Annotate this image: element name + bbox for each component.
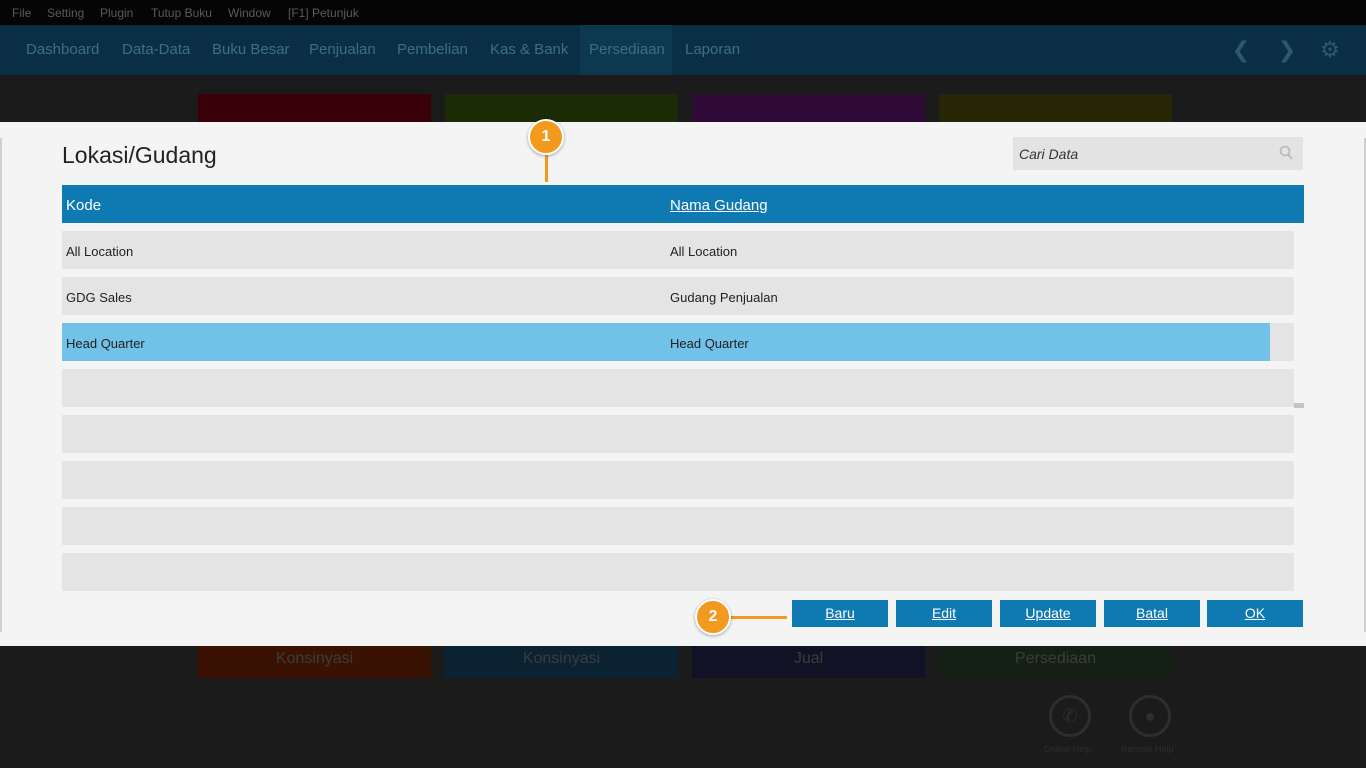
nav-pembelian[interactable]: Pembelian	[397, 41, 468, 58]
edit-button[interactable]: Edit	[896, 600, 992, 627]
forward-arrow-icon[interactable]: ❯	[1274, 37, 1300, 63]
tile-label-jual: Jual	[793, 650, 824, 667]
search-input[interactable]: Cari Data	[1013, 137, 1303, 170]
search-icon[interactable]	[1279, 145, 1293, 161]
selection-highlight	[62, 323, 1270, 361]
table-row-empty[interactable]	[62, 507, 1294, 545]
nav-buku-besar[interactable]: Buku Besar	[212, 41, 290, 58]
update-button[interactable]: Update	[1000, 600, 1096, 627]
tile-label-konsinyasi-1: Konsinyasi	[275, 650, 354, 667]
menu-plugin[interactable]: Plugin	[100, 6, 133, 20]
column-header-kode[interactable]: Kode	[66, 197, 101, 214]
column-header-nama-gudang[interactable]: Nama Gudang	[670, 197, 768, 214]
search-placeholder: Cari Data	[1019, 146, 1079, 162]
nav-penjualan[interactable]: Penjualan	[309, 41, 376, 58]
lokasi-gudang-dialog: Lokasi/Gudang Cari Data Kode Nama Gudang…	[0, 119, 1366, 646]
table-row[interactable]: GDG Sales Gudang Penjualan	[62, 277, 1294, 315]
nav-persediaan[interactable]: Persediaan	[589, 41, 665, 58]
remote-help-label: Remote Help	[1121, 744, 1174, 754]
cell-kode: All Location	[66, 244, 134, 259]
baru-button[interactable]: Baru	[792, 600, 888, 627]
tile-1-top	[198, 94, 431, 122]
menu-tutup-buku[interactable]: Tutup Buku	[151, 6, 212, 20]
cell-nama: Head Quarter	[670, 336, 749, 351]
main-nav: Dashboard Data-Data Buku Besar Penjualan…	[0, 25, 1366, 75]
callout-2-badge: 2	[695, 599, 731, 635]
callout-2-line	[730, 616, 787, 619]
online-help-label: Online Help	[1044, 744, 1092, 754]
nav-kas-bank[interactable]: Kas & Bank	[490, 41, 568, 58]
cell-nama: Gudang Penjualan	[670, 290, 778, 305]
cell-kode: Head Quarter	[66, 336, 145, 351]
back-arrow-icon[interactable]: ❮	[1228, 37, 1254, 63]
dialog-title: Lokasi/Gudang	[62, 142, 217, 168]
table-row-selected[interactable]: Head Quarter Head Quarter	[62, 323, 1294, 361]
cell-nama: All Location	[670, 244, 738, 259]
tile-4-top	[939, 94, 1172, 122]
tile-label-konsinyasi-2: Konsinyasi	[522, 650, 601, 667]
table-row-empty[interactable]	[62, 369, 1294, 407]
tile-3-top	[692, 94, 925, 122]
dialog-edge-left	[0, 138, 2, 632]
scrollbar-thumb[interactable]	[1294, 403, 1304, 408]
gear-icon[interactable]: ⚙	[1317, 37, 1343, 63]
batal-button[interactable]: Batal	[1104, 600, 1200, 627]
menu-petunjuk[interactable]: [F1] Petunjuk	[288, 6, 359, 20]
table-header: Kode Nama Gudang	[62, 185, 1304, 223]
table-row-empty[interactable]	[62, 553, 1294, 591]
tile-2-top	[445, 94, 678, 122]
cell-kode: GDG Sales	[66, 290, 132, 305]
globe-icon[interactable]: ●	[1129, 695, 1171, 737]
callout-1-badge: 1	[528, 119, 564, 155]
nav-laporan[interactable]: Laporan	[685, 41, 740, 58]
nav-data-data[interactable]: Data-Data	[122, 41, 190, 58]
menu-file[interactable]: File	[12, 6, 31, 20]
tile-label-persediaan: Persediaan	[1015, 650, 1096, 667]
menu-window[interactable]: Window	[228, 6, 271, 20]
table-row-empty[interactable]	[62, 461, 1294, 499]
callout-1-line	[545, 152, 548, 182]
menu-setting[interactable]: Setting	[47, 6, 84, 20]
phone-icon[interactable]: ✆	[1049, 695, 1091, 737]
menu-bar: File Setting Plugin Tutup Buku Window [F…	[0, 0, 1366, 25]
table-row[interactable]: All Location All Location	[62, 231, 1294, 269]
table-row-empty[interactable]	[62, 415, 1294, 453]
ok-button[interactable]: OK	[1207, 600, 1303, 627]
nav-dashboard[interactable]: Dashboard	[26, 41, 99, 58]
